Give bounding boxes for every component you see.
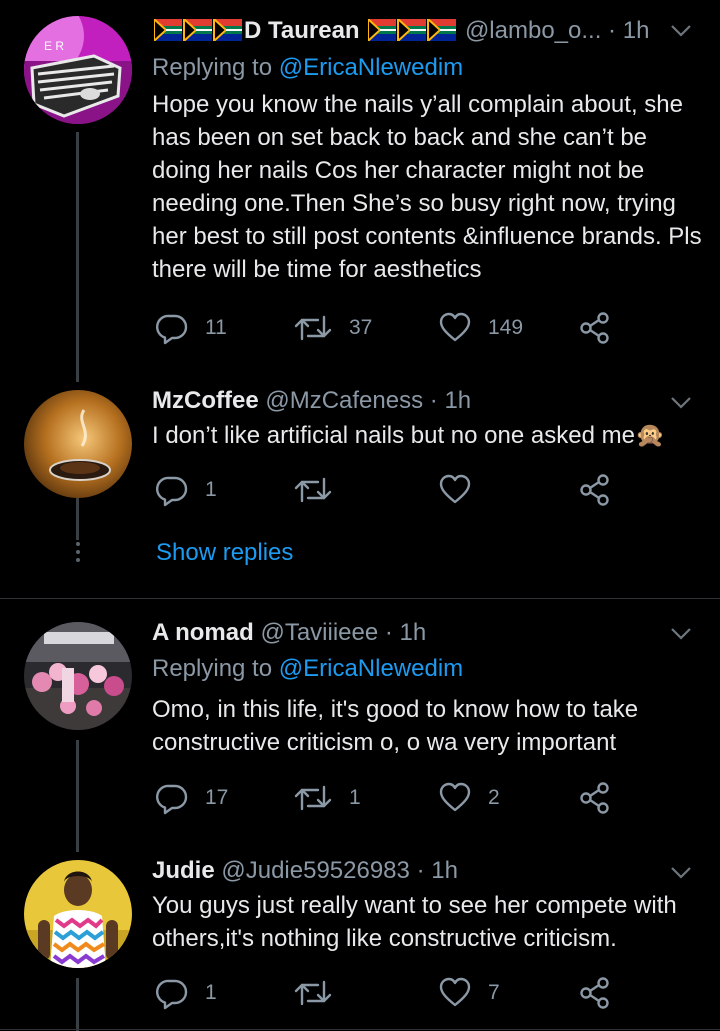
retweet-icon — [294, 785, 332, 811]
show-replies-link[interactable]: Show replies — [156, 537, 293, 569]
like-button[interactable]: 149 — [438, 311, 523, 345]
reply-icon — [156, 979, 188, 1010]
retweet-count: 37 — [349, 316, 373, 339]
reply-count: 11 — [205, 316, 227, 339]
handle[interactable]: @lambo_o... — [465, 17, 601, 44]
separator: · — [384, 619, 393, 646]
handle[interactable]: @MzCafeness — [265, 387, 423, 414]
handle[interactable]: @Judie59526983 — [221, 857, 410, 884]
retweet-button[interactable]: 1 — [293, 781, 361, 815]
avatar[interactable]: E R — [24, 16, 132, 124]
handle[interactable]: @Taviiieee — [260, 619, 378, 646]
chevron-down-icon[interactable] — [670, 396, 692, 410]
mention-link[interactable]: @EricaNlewedim — [279, 54, 463, 81]
like-count: 2 — [488, 786, 500, 809]
action-bar: 1 7 — [155, 976, 625, 1010]
chevron-down-icon[interactable] — [670, 866, 692, 880]
divider — [0, 598, 720, 599]
share-icon — [580, 474, 609, 506]
heart-icon — [439, 474, 471, 504]
separator: · — [416, 857, 425, 884]
tweet-2[interactable]: MzCoffee @MzCafeness · 1h I don’t like a… — [0, 380, 720, 598]
share-button[interactable] — [578, 311, 612, 345]
south-africa-flag-icon — [368, 19, 457, 41]
display-name[interactable]: MzCoffee — [152, 387, 259, 414]
separator: · — [429, 387, 438, 414]
display-name[interactable]: D Taurean — [244, 17, 360, 44]
display-name[interactable]: Judie — [152, 857, 215, 884]
avatar[interactable] — [24, 390, 132, 498]
action-bar: 17 1 2 — [155, 781, 625, 815]
reply-icon — [156, 784, 188, 815]
like-button[interactable]: 7 — [438, 976, 500, 1010]
reply-button[interactable]: 1 — [155, 976, 217, 1010]
tweet-text: Hope you know the nails y’all complain a… — [152, 91, 702, 283]
reply-count: 1 — [205, 478, 217, 501]
chevron-down-icon[interactable] — [670, 24, 692, 38]
heart-icon — [439, 782, 471, 812]
share-button[interactable] — [578, 473, 612, 507]
retweet-button[interactable] — [293, 976, 349, 1010]
retweet-icon — [294, 315, 332, 341]
heart-icon — [439, 312, 471, 342]
tweet-3[interactable]: A nomad @Taviiieee · 1h Replying to @Eri… — [0, 600, 720, 852]
action-bar: 1 — [155, 473, 625, 507]
monkey-emoji: 🙊 — [634, 422, 665, 449]
reply-count: 17 — [205, 786, 229, 809]
like-button[interactable] — [438, 473, 488, 507]
chevron-down-icon[interactable] — [670, 627, 692, 641]
more-replies-dots — [76, 542, 80, 566]
tweet-text: You guys just really want to see her com… — [152, 892, 677, 952]
separator: · — [608, 17, 617, 44]
tweet-text: I don’t like artificial nails but no one… — [152, 422, 665, 449]
like-count: 7 — [488, 981, 500, 1004]
svg-text:E R: E R — [44, 39, 64, 53]
mention-link[interactable]: @EricaNlewedim — [279, 655, 463, 682]
share-button[interactable] — [578, 781, 612, 815]
display-name[interactable]: A nomad — [152, 619, 254, 646]
retweet-button[interactable] — [293, 473, 349, 507]
share-button[interactable] — [578, 976, 612, 1010]
reply-button[interactable]: 11 — [155, 311, 227, 345]
share-icon — [580, 312, 609, 344]
tweet-4[interactable]: Judie @Judie59526983 · 1h You guys just … — [0, 850, 720, 1031]
reply-count: 1 — [205, 981, 217, 1004]
timestamp[interactable]: 1h — [400, 619, 427, 646]
replying-to: Replying to @EricaNlewedim — [152, 54, 464, 81]
timestamp[interactable]: 1h — [444, 387, 471, 414]
tweet-1[interactable]: E R D Taurean @lambo_o... · 1h Replying … — [0, 0, 720, 382]
like-button[interactable]: 2 — [438, 781, 500, 815]
retweet-button[interactable]: 37 — [293, 311, 372, 345]
heart-icon — [439, 977, 471, 1007]
reply-button[interactable]: 1 — [155, 473, 217, 507]
retweet-count: 1 — [349, 786, 361, 809]
tweet-text: Omo, in this life, it's good to know how… — [152, 696, 639, 756]
timestamp[interactable]: 1h — [431, 857, 458, 884]
avatar[interactable] — [24, 622, 132, 730]
retweet-icon — [294, 477, 332, 503]
share-icon — [580, 977, 609, 1009]
timestamp[interactable]: 1h — [623, 17, 650, 44]
reply-button[interactable]: 17 — [155, 781, 228, 815]
reply-icon — [156, 314, 188, 345]
divider — [0, 1029, 720, 1030]
share-icon — [580, 782, 609, 814]
reply-icon — [156, 476, 188, 507]
action-bar: 11 37 149 — [155, 311, 625, 345]
replying-to: Replying to @EricaNlewedim — [152, 655, 464, 682]
retweet-icon — [294, 980, 332, 1006]
avatar[interactable] — [24, 860, 132, 968]
south-africa-flag-icon — [154, 19, 242, 41]
like-count: 149 — [488, 316, 524, 339]
